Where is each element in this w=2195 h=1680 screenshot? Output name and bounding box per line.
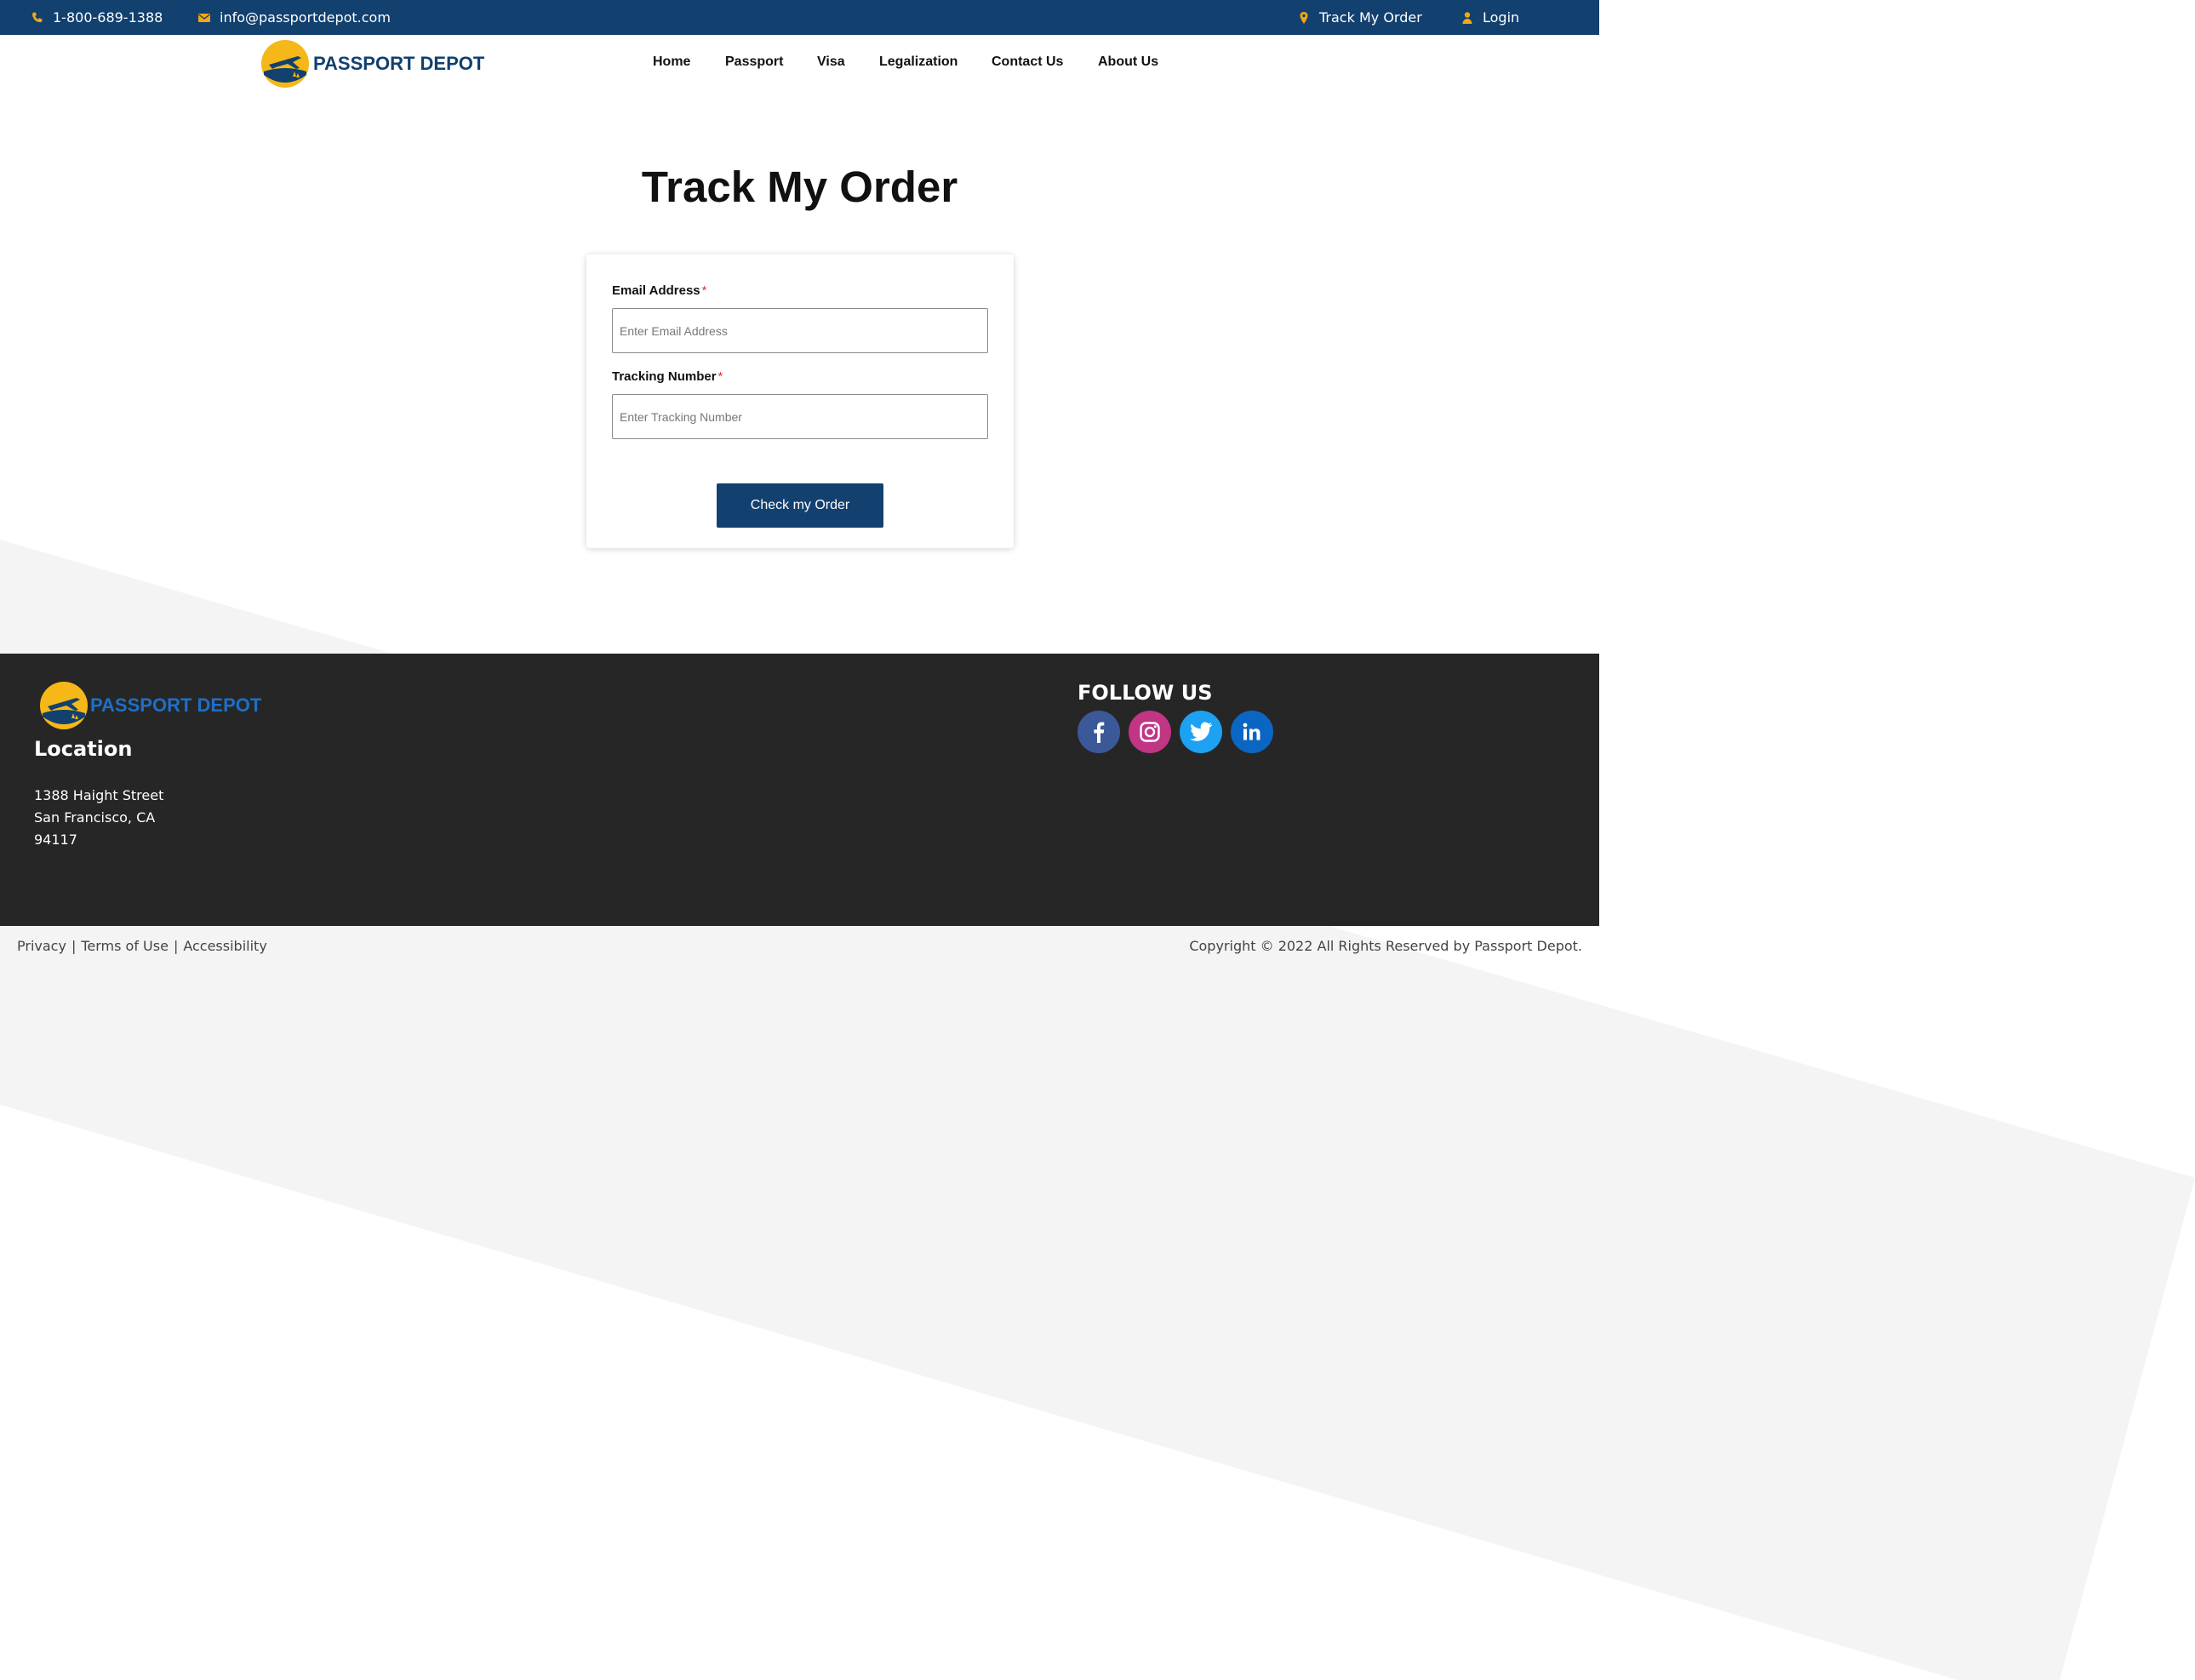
page: 1-800-689-1388 info@passportdepot.com Tr… — [0, 0, 1599, 954]
required-marker: * — [701, 283, 707, 298]
nav-about-us[interactable]: About Us — [1098, 54, 1158, 70]
login-label: Login — [1483, 9, 1520, 26]
privacy-link[interactable]: Privacy — [17, 938, 66, 954]
check-order-button[interactable]: Check my Order — [717, 483, 883, 528]
link-separator: | — [71, 938, 77, 954]
instagram-icon — [1140, 722, 1160, 742]
footer-logo-text: PASSPORT DEPOT — [90, 694, 262, 716]
twitter-link[interactable] — [1180, 711, 1222, 753]
twitter-icon — [1190, 722, 1212, 741]
map-pin-icon — [1300, 11, 1308, 24]
instagram-link[interactable] — [1129, 711, 1171, 753]
required-marker: * — [717, 369, 723, 384]
tracking-number-input[interactable] — [612, 394, 988, 439]
site-footer: PASSPORT DEPOT Location 1388 Haight Stre… — [0, 654, 1599, 926]
track-order-label: Track My Order — [1319, 9, 1422, 26]
envelope-icon — [198, 13, 210, 22]
copyright-text: Copyright © 2022 All Rights Reserved by … — [1189, 938, 1582, 954]
footer-logo[interactable]: PASSPORT DEPOT — [39, 681, 261, 730]
bottom-bar: Privacy | Terms of Use | Accessibility Copyr… — [0, 926, 1599, 967]
user-icon — [1462, 11, 1472, 24]
address-line: 1388 Haight Street — [34, 787, 164, 803]
top-bar: 1-800-689-1388 info@passportdepot.com Tr… — [0, 0, 1599, 35]
track-order-form: Email Address* Tracking Number* Check my… — [586, 254, 1014, 548]
site-header: PASSPORT DEPOT Home Passport Visa Legali… — [0, 35, 1599, 99]
social-links — [1077, 711, 1273, 753]
email-label: Email Address * — [612, 283, 707, 298]
phone-icon — [32, 12, 43, 22]
track-order-link[interactable]: Track My Order — [1297, 0, 1422, 35]
linkedin-icon — [1243, 723, 1260, 740]
plane-logo-icon — [40, 682, 88, 729]
phone-number: 1-800-689-1388 — [53, 9, 163, 26]
address-line: 94117 — [34, 831, 77, 848]
terms-link[interactable]: Terms of Use — [81, 938, 169, 954]
location-heading: Location — [34, 737, 133, 761]
nav-home[interactable]: Home — [653, 54, 690, 70]
email-input[interactable] — [612, 308, 988, 353]
email-address: info@passportdepot.com — [220, 9, 391, 26]
legal-links: Privacy | Terms of Use | Accessibility — [17, 938, 267, 954]
address-block: 1388 Haight Street San Francisco, CA 941… — [34, 785, 163, 851]
nav-contact-us[interactable]: Contact Us — [992, 54, 1063, 70]
linkedin-link[interactable] — [1231, 711, 1273, 753]
nav-passport[interactable]: Passport — [725, 54, 783, 70]
accessibility-link[interactable]: Accessibility — [183, 938, 266, 954]
facebook-link[interactable] — [1077, 711, 1120, 753]
nav-legalization[interactable]: Legalization — [879, 54, 957, 70]
main-nav: Home Passport Visa Legalization Contact … — [0, 35, 1599, 89]
login-link[interactable]: Login — [1460, 0, 1519, 35]
link-separator: | — [173, 938, 179, 954]
tracking-label: Tracking Number * — [612, 369, 723, 384]
tracking-label-text: Tracking Number — [612, 369, 717, 384]
address-line: San Francisco, CA — [34, 809, 156, 826]
page-title: Track My Order — [641, 163, 958, 211]
nav-visa[interactable]: Visa — [817, 54, 845, 70]
facebook-icon — [1094, 722, 1105, 743]
email-label-text: Email Address — [612, 283, 700, 298]
follow-us-heading: FOLLOW US — [1077, 681, 1213, 705]
phone-link[interactable]: 1-800-689-1388 — [31, 0, 163, 35]
email-link[interactable]: info@passportdepot.com — [197, 0, 391, 35]
